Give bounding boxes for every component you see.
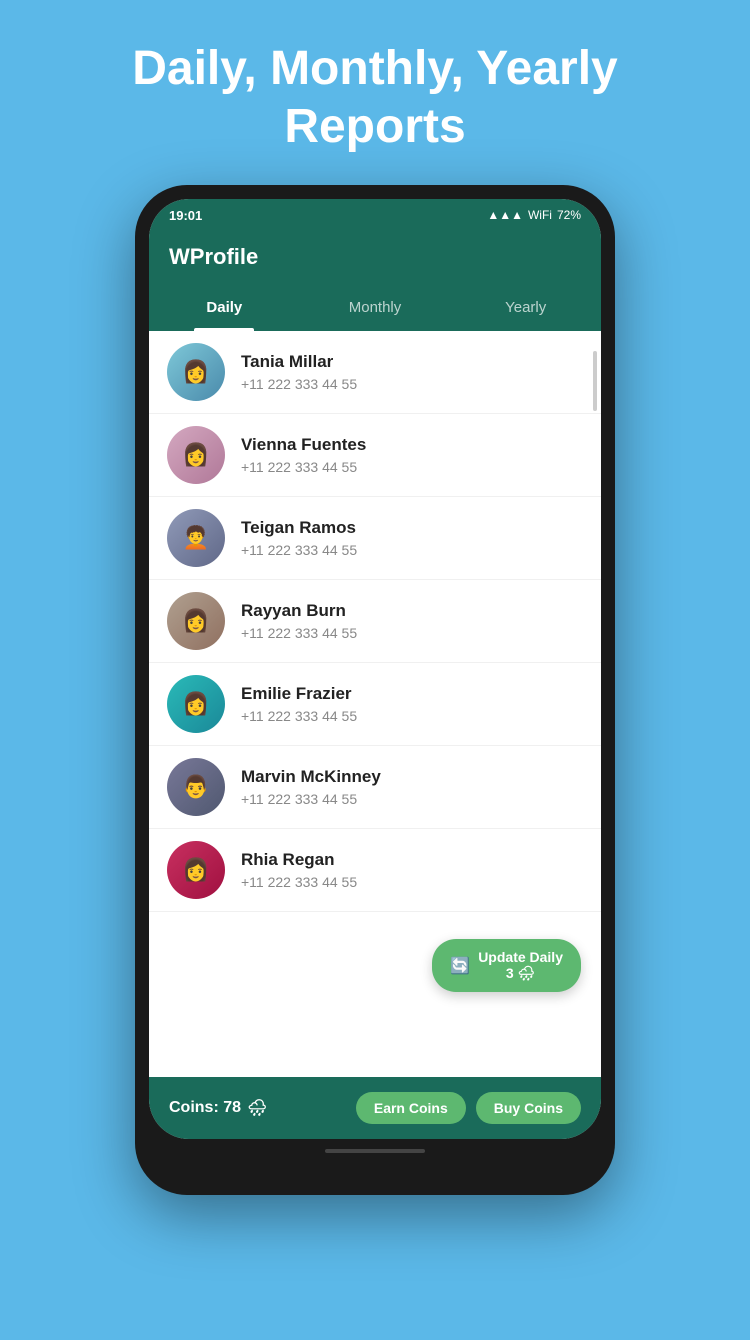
earn-coins-button[interactable]: Earn Coins	[356, 1092, 466, 1124]
avatar: 👩	[167, 426, 225, 484]
contact-item[interactable]: 👩 Emilie Frazier +11 222 333 44 55	[149, 663, 601, 746]
contact-list: 👩 Tania Millar +11 222 333 44 55 👩 Vienna Fu…	[149, 331, 601, 1077]
tab-daily[interactable]: Daily	[149, 283, 300, 331]
contact-phone: +11 222 333 44 55	[241, 625, 357, 641]
buy-coins-button[interactable]: Buy Coins	[476, 1092, 581, 1124]
update-button-wrapper: 🔄 Update Daily 3 🌧	[432, 939, 581, 992]
scrollbar	[593, 351, 597, 411]
status-icons: ▲▲▲ WiFi 72%	[487, 208, 581, 222]
bottom-buttons: Earn Coins Buy Coins	[356, 1092, 581, 1124]
avatar: 👩	[167, 343, 225, 401]
contact-phone: +11 222 333 44 55	[241, 459, 366, 475]
contact-item[interactable]: 👩 Tania Millar +11 222 333 44 55	[149, 331, 601, 414]
avatar: 👩	[167, 592, 225, 650]
contact-name: Emilie Frazier	[241, 684, 357, 704]
tab-monthly[interactable]: Monthly	[300, 283, 451, 331]
tab-bar: Daily Monthly Yearly	[149, 283, 601, 331]
signal-icon: ▲▲▲	[487, 208, 523, 222]
update-daily-button[interactable]: 🔄 Update Daily 3 🌧	[432, 939, 581, 992]
app-bar-title: WProfile	[169, 244, 258, 270]
contact-name: Vienna Fuentes	[241, 435, 366, 455]
contact-name: Marvin McKinney	[241, 767, 381, 787]
battery-icon: 72%	[557, 208, 581, 222]
update-icon: 🔄	[450, 956, 470, 976]
contact-item[interactable]: 👩 Vienna Fuentes +11 222 333 44 55	[149, 414, 601, 497]
contact-phone: +11 222 333 44 55	[241, 708, 357, 724]
contact-name: Rayyan Burn	[241, 601, 357, 621]
contact-phone: +11 222 333 44 55	[241, 874, 357, 890]
contact-phone: +11 222 333 44 55	[241, 542, 357, 558]
phone-screen: 19:01 ▲▲▲ WiFi 72% WProfile Daily Monthl…	[149, 199, 601, 1139]
contact-phone: +11 222 333 44 55	[241, 376, 357, 392]
contact-info: Marvin McKinney +11 222 333 44 55	[241, 767, 381, 807]
tab-yearly[interactable]: Yearly	[450, 283, 601, 331]
contact-item[interactable]: 🧑‍🦱 Teigan Ramos +11 222 333 44 55	[149, 497, 601, 580]
bottom-bar: Coins: 78 🌧 Earn Coins Buy Coins	[149, 1077, 601, 1139]
phone-bottom	[149, 1139, 601, 1159]
status-bar: 19:01 ▲▲▲ WiFi 72%	[149, 199, 601, 231]
contact-info: Rayyan Burn +11 222 333 44 55	[241, 601, 357, 641]
avatar: 👩	[167, 675, 225, 733]
page-title: Daily, Monthly, Yearly Reports	[92, 40, 658, 155]
contact-name: Tania Millar	[241, 352, 357, 372]
contact-info: Tania Millar +11 222 333 44 55	[241, 352, 357, 392]
avatar: 🧑‍🦱	[167, 509, 225, 567]
contact-info: Rhia Regan +11 222 333 44 55	[241, 850, 357, 890]
contact-name: Rhia Regan	[241, 850, 357, 870]
coins-display: Coins: 78 🌧	[169, 1098, 267, 1118]
app-bar: WProfile	[149, 231, 601, 283]
home-bar	[325, 1149, 425, 1153]
contact-info: Vienna Fuentes +11 222 333 44 55	[241, 435, 366, 475]
contact-phone: +11 222 333 44 55	[241, 791, 381, 807]
status-time: 19:01	[169, 208, 202, 223]
avatar: 👨	[167, 758, 225, 816]
contact-item[interactable]: 👩 Rhia Regan +11 222 333 44 55	[149, 829, 601, 912]
contact-info: Teigan Ramos +11 222 333 44 55	[241, 518, 357, 558]
avatar: 👩	[167, 841, 225, 899]
contact-item[interactable]: 👩 Rayyan Burn +11 222 333 44 55	[149, 580, 601, 663]
contact-item[interactable]: 👨 Marvin McKinney +11 222 333 44 55	[149, 746, 601, 829]
wifi-icon: WiFi	[528, 208, 552, 222]
phone-device: 19:01 ▲▲▲ WiFi 72% WProfile Daily Monthl…	[135, 185, 615, 1195]
contact-info: Emilie Frazier +11 222 333 44 55	[241, 684, 357, 724]
update-button-label: Update Daily 3 🌧	[478, 949, 563, 982]
contact-name: Teigan Ramos	[241, 518, 357, 538]
